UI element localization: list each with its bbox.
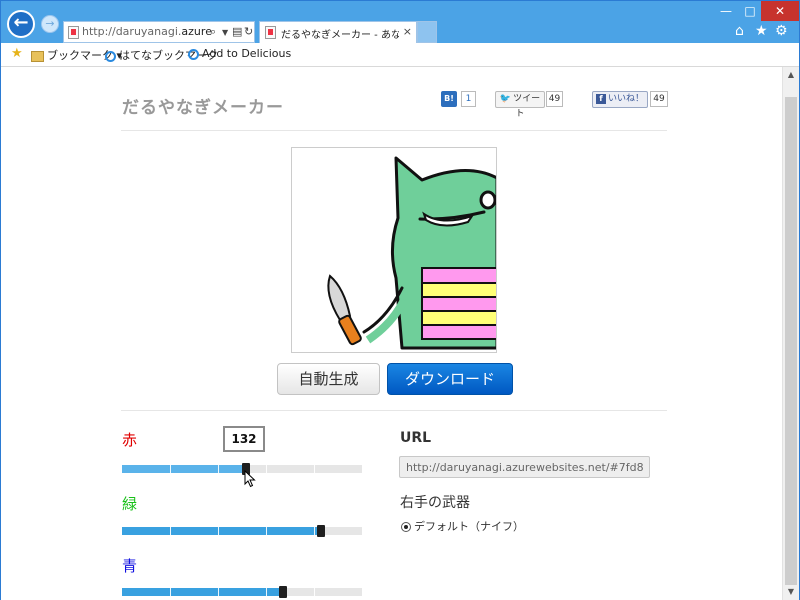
search-icon[interactable]: ⌕: [210, 25, 216, 39]
maximize-button[interactable]: □: [739, 1, 761, 21]
facebook-like-label: いいね！: [608, 94, 645, 104]
ie-icon: [188, 48, 199, 60]
favorites-star-icon[interactable]: ★: [755, 23, 768, 39]
slider-tick: [266, 588, 267, 596]
character-illustration: [327, 156, 496, 350]
folder-icon: [31, 50, 44, 62]
section-divider: [121, 410, 667, 411]
shirt-stripe: [421, 282, 496, 298]
site-favicon-icon: [68, 26, 79, 39]
radio-selected-icon[interactable]: [401, 522, 411, 532]
close-window-button[interactable]: ✕: [761, 1, 799, 21]
favorites-item-delicious[interactable]: Add to Delicious: [188, 47, 291, 60]
tab-title: だるやなぎメーカー - あなただ...: [281, 30, 399, 41]
vertical-scrollbar[interactable]: ▲ ▼: [782, 67, 799, 600]
add-favorite-star-icon[interactable]: ★: [11, 46, 23, 61]
character-eye: [479, 190, 496, 210]
page-viewport: だるやなぎメーカー B! 1 🐦 ツイート 49 f いいね！ 49 自動生成 …: [1, 67, 782, 600]
slider-tick: [170, 465, 171, 473]
weapon-option-label: デフォルト（ナイフ）: [414, 520, 524, 533]
slider-tick: [218, 465, 219, 473]
facebook-like-button[interactable]: f いいね！: [592, 91, 648, 108]
refresh-icon[interactable]: ↻: [244, 25, 253, 38]
slider-label-blue: 青: [122, 557, 138, 575]
hatena-bookmark-button[interactable]: B!: [441, 91, 457, 107]
slider-tick: [218, 527, 219, 535]
arrow-right-icon: →: [45, 17, 55, 30]
slider-tick: [314, 465, 315, 473]
shirt-stripe: [421, 324, 496, 340]
slider-value-tooltip: 132: [223, 426, 265, 452]
scroll-down-arrow-icon[interactable]: ▼: [783, 584, 799, 600]
twitter-bird-icon: 🐦: [499, 94, 512, 104]
title-bar: ← → http://daruyanagi.azure... ⌕ ▼ ▤ ↻ だ…: [1, 1, 799, 43]
tab-active[interactable]: だるやなぎメーカー - あなただ... ×: [259, 21, 417, 43]
address-bar[interactable]: http://daruyanagi.azure... ⌕ ▼ ▤ ↻: [63, 21, 255, 43]
gear-icon[interactable]: ⚙: [775, 23, 788, 39]
url-prefix: http://daruyanagi.: [82, 25, 182, 38]
favorites-bar: ★ ブックマーク ▾ はてなブックマーク Add to Delicious: [1, 43, 799, 67]
address-url[interactable]: http://daruyanagi.azure...: [82, 25, 212, 38]
mouse-cursor-icon: [244, 470, 256, 488]
minimize-button[interactable]: —: [713, 1, 739, 21]
slider-tick: [266, 527, 267, 535]
dropdown-arrow-icon[interactable]: ▼: [222, 28, 228, 37]
facebook-like-count[interactable]: 49: [650, 91, 668, 107]
back-button[interactable]: ←: [7, 10, 35, 38]
slider-tick: [170, 527, 171, 535]
new-tab-button[interactable]: [417, 21, 437, 43]
slider-blue-handle[interactable]: [278, 586, 287, 598]
slider-green[interactable]: [122, 525, 362, 537]
slider-green-handle[interactable]: [317, 525, 326, 537]
compatibility-view-icon[interactable]: ▤: [232, 25, 242, 38]
slider-tick: [170, 588, 171, 596]
weapon-heading: 右手の武器: [400, 495, 470, 511]
facebook-icon: f: [596, 94, 606, 104]
browser-window: ← → http://daruyanagi.azure... ⌕ ▼ ▤ ↻ だ…: [0, 0, 800, 600]
character-shirt: [421, 267, 496, 340]
slider-red-fill: [122, 465, 247, 473]
tweet-count[interactable]: 49: [546, 91, 563, 107]
url-heading: URL: [400, 430, 432, 446]
slider-tick: [218, 588, 219, 596]
weapon-option-default[interactable]: デフォルト（ナイフ）: [401, 518, 524, 534]
tab-favicon-icon: [265, 26, 276, 39]
knife-icon: [327, 274, 362, 346]
slider-blue[interactable]: [122, 586, 362, 598]
tweet-button[interactable]: 🐦 ツイート: [495, 91, 545, 119]
tab-close-icon[interactable]: ×: [403, 25, 412, 38]
shirt-stripe: [421, 267, 496, 284]
url-host: azure...: [181, 25, 212, 38]
forward-button[interactable]: →: [41, 15, 59, 33]
hatena-count[interactable]: 1: [461, 91, 476, 107]
auto-generate-button[interactable]: 自動生成: [277, 363, 380, 395]
slider-tick: [314, 527, 315, 535]
page-title: だるやなぎメーカー: [122, 98, 284, 118]
shirt-stripe: [421, 296, 496, 312]
arrow-left-icon: ←: [13, 12, 29, 33]
slider-blue-fill: [122, 588, 283, 596]
ie-icon: [105, 50, 116, 62]
share-url-field[interactable]: [399, 456, 650, 478]
scroll-up-arrow-icon[interactable]: ▲: [783, 67, 799, 83]
slider-label-green: 緑: [122, 495, 138, 513]
home-icon[interactable]: ⌂: [735, 23, 744, 39]
scrollbar-thumb[interactable]: [785, 97, 797, 585]
tweet-label: ツイート: [513, 94, 541, 119]
download-button[interactable]: ダウンロード: [387, 363, 513, 395]
header-divider: [121, 130, 667, 131]
slider-tick: [266, 465, 267, 473]
character-preview: [291, 147, 497, 353]
slider-label-red: 赤: [122, 431, 138, 449]
shirt-stripe: [421, 310, 496, 326]
slider-green-fill: [122, 527, 322, 535]
slider-red[interactable]: [122, 463, 362, 475]
slider-tick: [314, 588, 315, 596]
favorites-item-label: Add to Delicious: [202, 47, 292, 60]
